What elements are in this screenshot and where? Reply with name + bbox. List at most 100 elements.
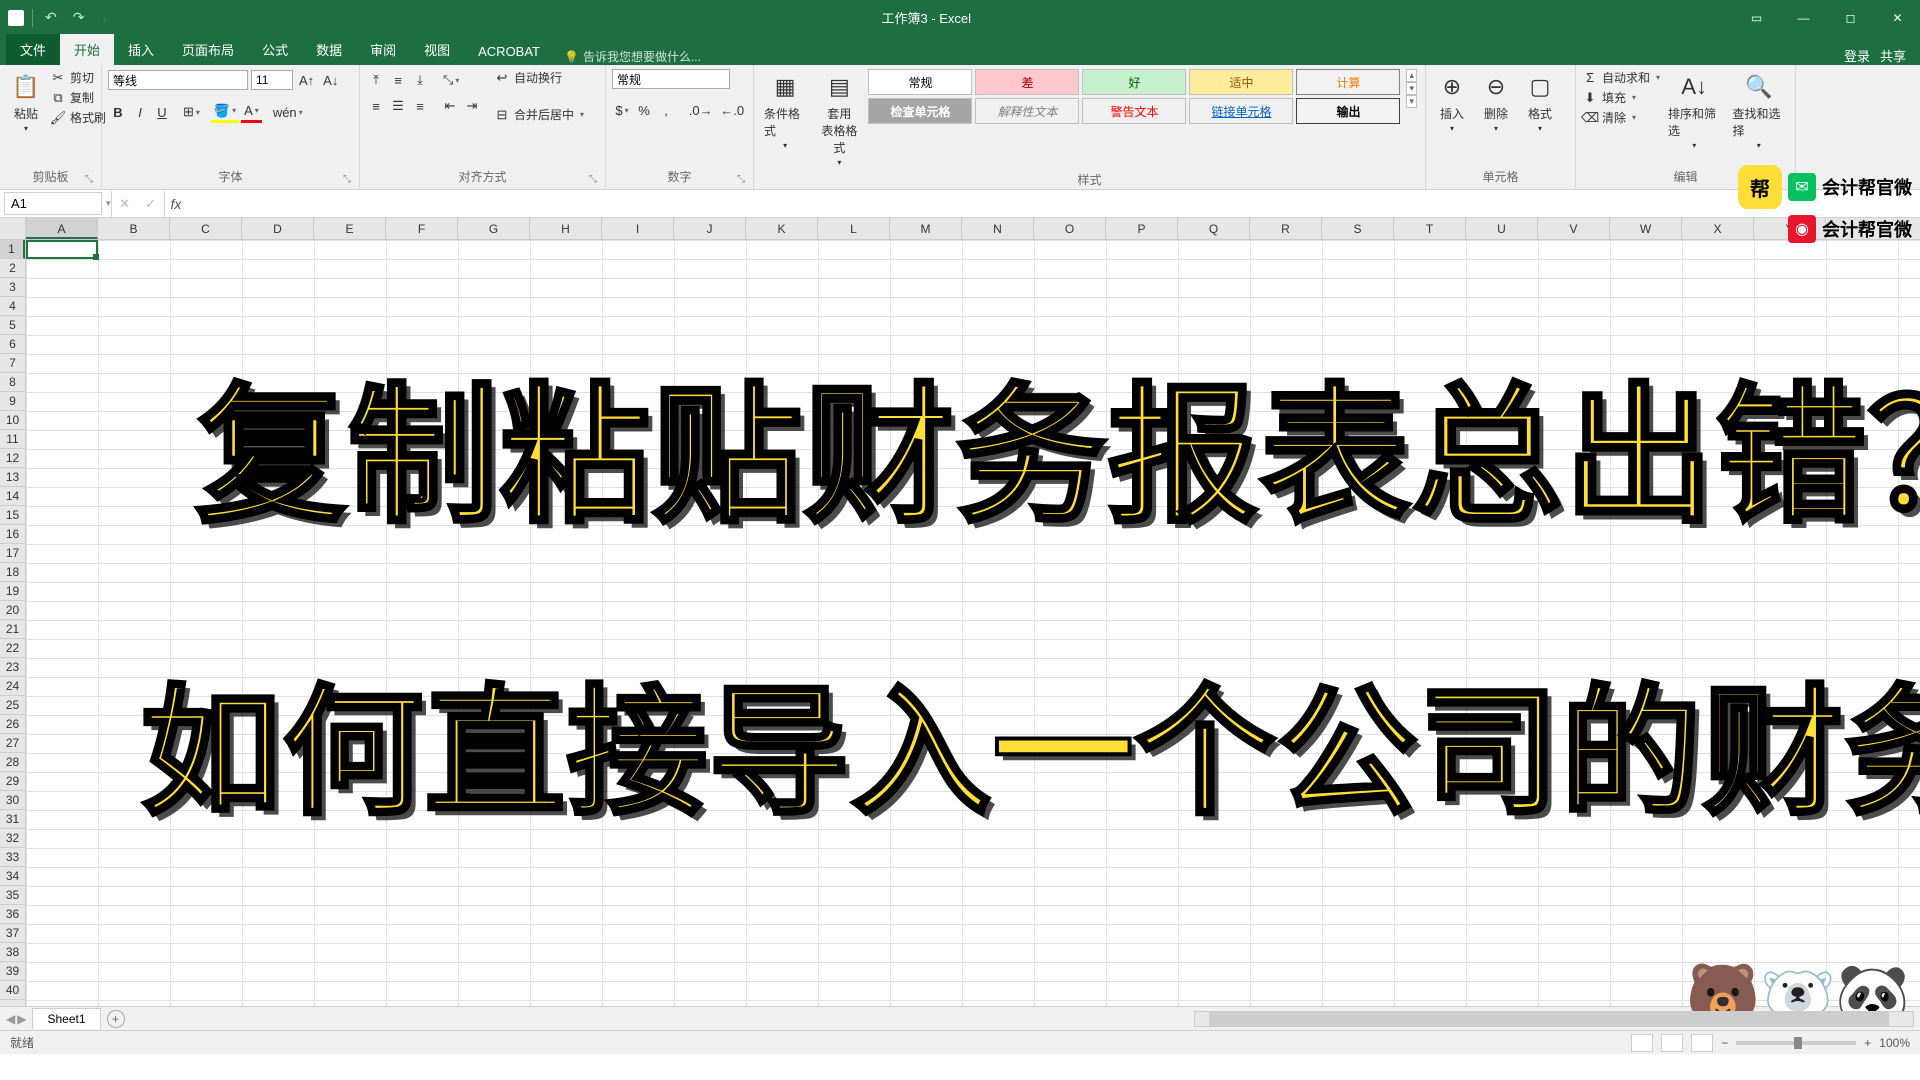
border-button[interactable]: ⊞ [180, 101, 203, 123]
zoom-slider[interactable] [1736, 1041, 1856, 1045]
redo-icon[interactable]: ↷ [69, 9, 89, 26]
font-name-select[interactable] [108, 70, 248, 90]
style-output[interactable]: 输出 [1296, 98, 1400, 124]
currency-button[interactable]: $ [612, 99, 632, 121]
column-header[interactable]: B [98, 218, 170, 239]
comma-button[interactable]: , [656, 99, 676, 121]
row-header[interactable]: 28 [0, 753, 25, 772]
zoom-level[interactable]: 100% [1879, 1036, 1910, 1050]
conditional-format-button[interactable]: ▦ 条件格式▾ [760, 69, 810, 152]
copy-button[interactable]: ⧉复制 [50, 89, 106, 106]
row-header[interactable]: 17 [0, 544, 25, 563]
format-cells-button[interactable]: ▢格式▾ [1520, 69, 1560, 135]
share-button[interactable]: 共享 [1880, 46, 1906, 65]
row-header[interactable]: 29 [0, 772, 25, 791]
align-right-icon[interactable]: ≡ [410, 95, 430, 117]
row-header[interactable]: 22 [0, 639, 25, 658]
decrease-indent-icon[interactable]: ⇤ [440, 95, 460, 117]
row-header[interactable]: 21 [0, 620, 25, 639]
column-header[interactable]: L [818, 218, 890, 239]
sheet-nav-next-icon[interactable]: ▶ [17, 1012, 26, 1026]
row-header[interactable]: 13 [0, 468, 25, 487]
save-icon[interactable] [8, 10, 24, 26]
tell-me-search[interactable]: 💡 告诉我您想要做什么... [554, 48, 711, 65]
active-cell[interactable] [26, 240, 98, 259]
paste-button[interactable]: 📋 粘贴 ▾ [6, 69, 46, 135]
fx-icon[interactable]: fx [165, 196, 188, 212]
row-header[interactable]: 37 [0, 924, 25, 943]
page-break-view-icon[interactable] [1691, 1034, 1713, 1052]
font-size-select[interactable] [251, 70, 293, 90]
column-header[interactable]: G [458, 218, 530, 239]
row-header[interactable]: 20 [0, 601, 25, 620]
column-header[interactable]: V [1538, 218, 1610, 239]
ribbon-options-icon[interactable]: ▭ [1734, 0, 1779, 35]
select-all-button[interactable] [0, 218, 26, 239]
percent-button[interactable]: % [634, 99, 654, 121]
decrease-font-icon[interactable]: A↓ [320, 69, 341, 91]
number-launcher-icon[interactable]: ⤡ [737, 174, 745, 185]
number-format-select[interactable] [612, 69, 730, 89]
align-top-icon[interactable]: ⤒ [366, 69, 386, 91]
tab-file[interactable]: 文件 [6, 34, 60, 65]
clear-button[interactable]: ⌫清除 [1582, 109, 1660, 126]
style-bad[interactable]: 差 [975, 69, 1079, 95]
qat-more-icon[interactable] [96, 10, 110, 26]
orientation-icon[interactable]: ⤡ [440, 69, 462, 91]
find-select-button[interactable]: 🔍查找和选择▾ [1729, 69, 1789, 152]
column-header[interactable]: R [1250, 218, 1322, 239]
autosum-button[interactable]: Σ自动求和 [1582, 69, 1660, 86]
minimize-icon[interactable]: — [1781, 0, 1826, 35]
sheet-nav-prev-icon[interactable]: ◀ [6, 1012, 15, 1026]
close-icon[interactable]: ✕ [1875, 0, 1920, 35]
row-header[interactable]: 2 [0, 259, 25, 278]
row-header[interactable]: 7 [0, 354, 25, 373]
wrap-text-button[interactable]: ↩自动换行 [494, 69, 584, 86]
underline-button[interactable]: U [152, 101, 172, 123]
cells-area[interactable]: 复制粘贴财务报表总出错？ 如何直接导入一个公司的财务报表？ [26, 240, 1920, 1006]
column-header[interactable]: S [1322, 218, 1394, 239]
tab-formulas[interactable]: 公式 [248, 34, 302, 65]
column-header[interactable]: O [1034, 218, 1106, 239]
sheet-tab-1[interactable]: Sheet1 [32, 1008, 100, 1029]
row-header[interactable]: 4 [0, 297, 25, 316]
row-header[interactable]: 8 [0, 373, 25, 392]
column-header[interactable]: K [746, 218, 818, 239]
align-bottom-icon[interactable]: ⤓ [410, 69, 430, 91]
style-explain[interactable]: 解释性文本 [975, 98, 1079, 124]
row-header[interactable]: 1 [0, 240, 25, 259]
row-header[interactable]: 33 [0, 848, 25, 867]
style-calc[interactable]: 计算 [1296, 69, 1400, 95]
row-header[interactable]: 31 [0, 810, 25, 829]
increase-font-icon[interactable]: A↑ [296, 69, 317, 91]
style-good[interactable]: 好 [1082, 69, 1186, 95]
column-header[interactable]: D [242, 218, 314, 239]
align-middle-icon[interactable]: ≡ [388, 69, 408, 91]
column-header[interactable]: N [962, 218, 1034, 239]
decrease-decimal-icon[interactable]: ←.0 [717, 99, 747, 121]
row-header[interactable]: 30 [0, 791, 25, 810]
undo-icon[interactable]: ↶ [41, 9, 61, 26]
delete-cells-button[interactable]: ⊖删除▾ [1476, 69, 1516, 135]
column-header[interactable]: J [674, 218, 746, 239]
fill-color-button[interactable]: 🪣 [211, 101, 239, 123]
increase-decimal-icon[interactable]: .0→ [686, 99, 716, 121]
align-center-icon[interactable]: ☰ [388, 95, 408, 117]
cut-button[interactable]: ✂剪切 [50, 69, 106, 86]
login-link[interactable]: 登录 [1844, 46, 1870, 65]
column-header[interactable]: M [890, 218, 962, 239]
column-header[interactable]: T [1394, 218, 1466, 239]
row-header[interactable]: 14 [0, 487, 25, 506]
row-header[interactable]: 25 [0, 696, 25, 715]
row-header[interactable]: 35 [0, 886, 25, 905]
style-normal[interactable]: 常规 [868, 69, 972, 95]
add-sheet-button[interactable]: + [107, 1010, 125, 1028]
column-header[interactable]: U [1466, 218, 1538, 239]
normal-view-icon[interactable] [1631, 1034, 1653, 1052]
column-header[interactable]: Q [1178, 218, 1250, 239]
phonetic-button[interactable]: wén [270, 101, 306, 123]
tab-layout[interactable]: 页面布局 [168, 34, 248, 65]
align-left-icon[interactable]: ≡ [366, 95, 386, 117]
increase-indent-icon[interactable]: ⇥ [462, 95, 482, 117]
style-link[interactable]: 链接单元格 [1189, 98, 1293, 124]
